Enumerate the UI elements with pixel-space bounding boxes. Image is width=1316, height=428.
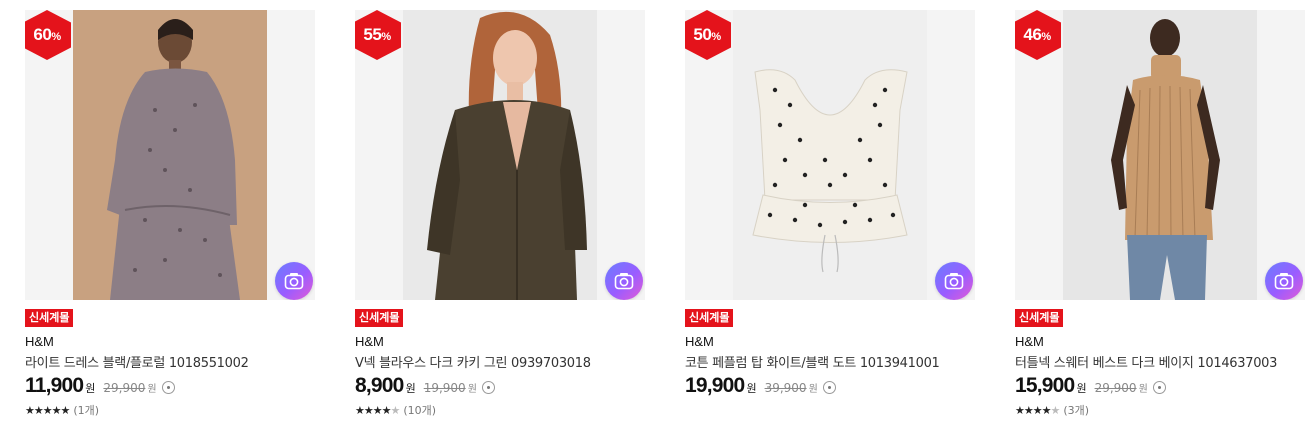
product-image[interactable]: 50% — [685, 10, 975, 300]
price-unit: 원 — [1076, 382, 1087, 395]
blouse-photo — [355, 10, 645, 300]
sweater-vest-photo — [1015, 10, 1305, 300]
rating: ★★★★★ (3개) — [1015, 402, 1089, 418]
camera-search-icon[interactable] — [935, 262, 973, 300]
brand-name[interactable]: H&M — [355, 334, 384, 349]
price-row: 11,900 원 29,900 원 — [25, 374, 175, 400]
price-unit: 원 — [85, 382, 96, 395]
info-circle-icon[interactable] — [1152, 381, 1166, 394]
product-image[interactable]: 55% — [355, 10, 645, 300]
product-name[interactable]: 터틀넥 스웨터 베스트 다크 베이지 1014637003 — [1015, 352, 1277, 371]
brand-name[interactable]: H&M — [1015, 334, 1044, 349]
info-circle-icon[interactable] — [481, 381, 495, 394]
info-circle-icon[interactable] — [822, 381, 836, 394]
peplum-top-photo — [685, 10, 975, 300]
store-tag: 신세계몰 — [685, 309, 734, 327]
sale-price: 19,900 — [685, 374, 745, 397]
star-icon: ★★★★★ — [355, 403, 400, 417]
sale-price: 11,900 — [25, 374, 84, 397]
dress-photo — [25, 10, 315, 300]
review-count[interactable]: (1개) — [73, 402, 99, 418]
price-row: 8,900 원 19,900 원 — [355, 374, 495, 400]
product-image[interactable]: 60% — [25, 10, 315, 300]
sale-price: 15,900 — [1015, 374, 1075, 397]
rating: ★★★★★ (10개) — [355, 402, 436, 418]
original-price-unit: 원 — [1138, 384, 1148, 395]
product-card[interactable]: 46% 신세계몰 H&M 터틀넥 스웨터 베스트 다크 베이지 10146370… — [1015, 10, 1305, 420]
original-price-unit: 원 — [467, 384, 477, 395]
store-tag: 신세계몰 — [1015, 309, 1064, 327]
review-count[interactable]: (10개) — [403, 402, 436, 418]
original-price-unit: 원 — [147, 384, 157, 395]
star-icon: ★★★★★ — [1015, 403, 1060, 417]
price-unit: 원 — [746, 382, 757, 395]
store-tag: 신세계몰 — [355, 309, 404, 327]
original-price-unit: 원 — [808, 384, 818, 395]
product-image[interactable]: 46% — [1015, 10, 1305, 300]
product-card[interactable]: 60% 신세계몰 H&M 라이트 드레스 블랙/플로럴 1018551002 1… — [25, 10, 315, 420]
product-name[interactable]: 라이트 드레스 블랙/플로럴 1018551002 — [25, 352, 249, 371]
product-card[interactable]: 55% 신세계몰 H&M V넥 블라우스 다크 카키 그린 0939703018… — [355, 10, 645, 420]
info-circle-icon[interactable] — [161, 381, 175, 394]
discount-value: 46 — [1023, 25, 1042, 44]
original-price: 19,900 — [423, 381, 466, 395]
rating: ★★★★★ (1개) — [25, 402, 99, 418]
product-grid: 60% 신세계몰 H&M 라이트 드레스 블랙/플로럴 1018551002 1… — [0, 0, 1316, 428]
product-name[interactable]: 코튼 페플럼 탑 화이트/블랙 도트 1013941001 — [685, 352, 940, 371]
discount-value: 60 — [33, 25, 52, 44]
camera-search-icon[interactable] — [1265, 262, 1303, 300]
price-row: 19,900 원 39,900 원 — [685, 374, 836, 400]
brand-name[interactable]: H&M — [25, 334, 54, 349]
price-unit: 원 — [405, 382, 416, 395]
price-row: 15,900 원 29,900 원 — [1015, 374, 1166, 400]
discount-value: 50 — [693, 25, 712, 44]
discount-unit: % — [381, 30, 391, 43]
original-price: 39,900 — [764, 381, 807, 395]
product-card[interactable]: 50% 신세계몰 H&M 코튼 페플럼 탑 화이트/블랙 도트 10139410… — [685, 10, 975, 420]
original-price: 29,900 — [1094, 381, 1137, 395]
sale-price: 8,900 — [355, 374, 404, 397]
discount-unit: % — [51, 30, 61, 43]
camera-search-icon[interactable] — [605, 262, 643, 300]
camera-search-icon[interactable] — [275, 262, 313, 300]
product-name[interactable]: V넥 블라우스 다크 카키 그린 0939703018 — [355, 352, 591, 371]
discount-unit: % — [1041, 30, 1051, 43]
discount-unit: % — [711, 30, 721, 43]
star-icon: ★★★★★ — [25, 403, 70, 417]
discount-value: 55 — [363, 25, 382, 44]
original-price: 29,900 — [103, 381, 146, 395]
brand-name[interactable]: H&M — [685, 334, 714, 349]
store-tag: 신세계몰 — [25, 309, 74, 327]
review-count[interactable]: (3개) — [1063, 402, 1089, 418]
